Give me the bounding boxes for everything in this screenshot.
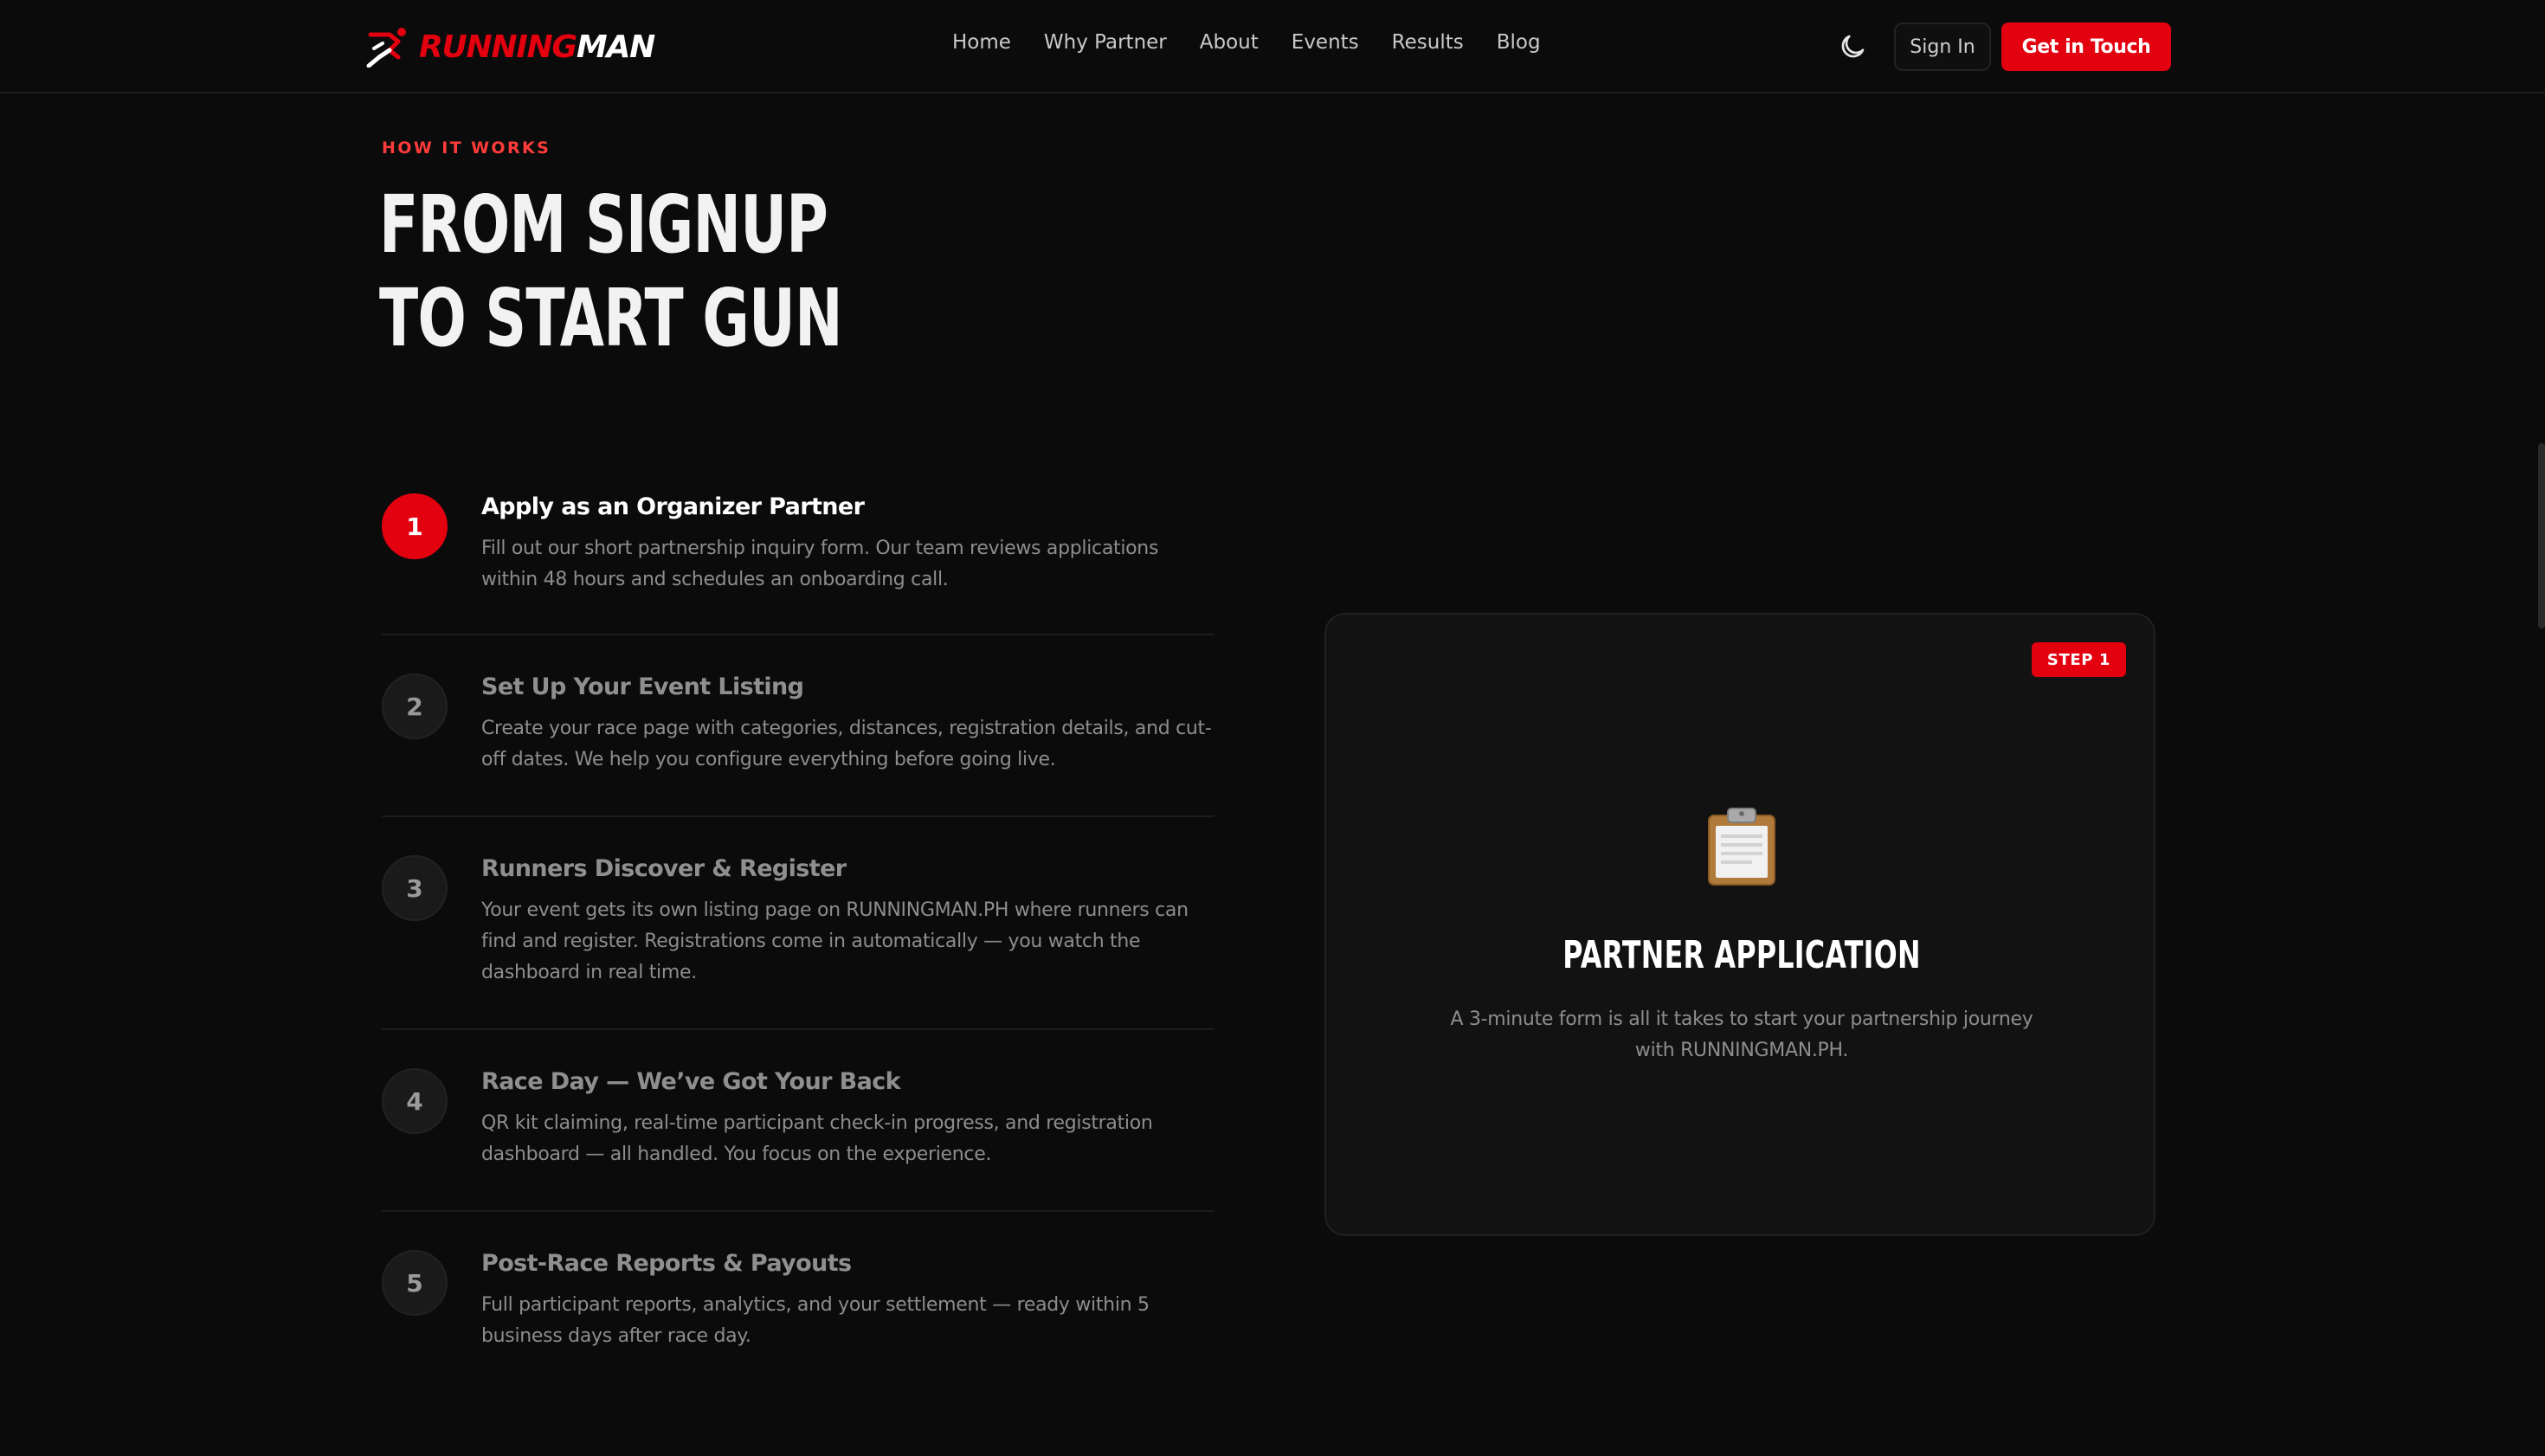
card-description: A 3-minute form is all it takes to start… bbox=[1450, 1008, 2033, 1061]
step-description: Fill out our short partnership inquiry f… bbox=[481, 538, 1159, 590]
step-item-4[interactable]: 4 Race Day — We’ve Got Your Back QR kit … bbox=[382, 1030, 1215, 1212]
moon-icon[interactable] bbox=[1837, 31, 1868, 62]
brand-part-running: RUNNING bbox=[419, 29, 577, 65]
nav-home[interactable]: Home bbox=[952, 31, 1011, 54]
steps-list: 1 Apply as an Organizer Partner Fill out… bbox=[382, 474, 1215, 1385]
step-description: Full participant reports, analytics, and… bbox=[481, 1294, 1150, 1347]
get-in-touch-button[interactable]: Get in Touch bbox=[2001, 23, 2171, 71]
step-description: QR kit claiming, real-time participant c… bbox=[481, 1112, 1153, 1165]
page-scrollbar[interactable] bbox=[2538, 443, 2545, 628]
step-title: Runners Discover & Register bbox=[481, 855, 847, 882]
brand-logo[interactable]: RUNNINGMAN bbox=[364, 24, 655, 69]
nav-blog[interactable]: Blog bbox=[1497, 31, 1541, 54]
section-eyebrow: HOW IT WORKS bbox=[382, 139, 551, 158]
step-number: 2 bbox=[382, 673, 448, 739]
nav-results[interactable]: Results bbox=[1392, 31, 1464, 54]
nav-events[interactable]: Events bbox=[1292, 31, 1359, 54]
step-title: Post-Race Reports & Payouts bbox=[481, 1250, 852, 1277]
step-number: 4 bbox=[382, 1068, 448, 1134]
section-headline: FROM SIGNUP TO START GUN bbox=[379, 178, 940, 365]
step-item-1[interactable]: 1 Apply as an Organizer Partner Fill out… bbox=[382, 474, 1215, 635]
main-menu: Home Why Partner About Events Results Bl… bbox=[952, 31, 1541, 54]
step-title: Set Up Your Event Listing bbox=[481, 673, 804, 700]
step-description: Your event gets its own listing page on … bbox=[481, 899, 1189, 983]
top-nav: RUNNINGMAN Home Why Partner About Events… bbox=[0, 0, 2545, 93]
headline-line-1: FROM SIGNUP bbox=[379, 178, 828, 271]
brand-part-man: MAN bbox=[576, 29, 655, 65]
step-description: Create your race page with categories, d… bbox=[481, 718, 1212, 770]
runner-logo-icon bbox=[366, 28, 406, 68]
brand-wordmark: RUNNINGMAN bbox=[419, 29, 655, 65]
step-title: Apply as an Organizer Partner bbox=[481, 493, 865, 520]
clipboard-icon bbox=[1708, 808, 1775, 886]
nav-about[interactable]: About bbox=[1200, 31, 1259, 54]
step-item-5[interactable]: 5 Post-Race Reports & Payouts Full parti… bbox=[382, 1212, 1215, 1385]
step-number: 5 bbox=[382, 1250, 448, 1316]
card-title: PARTNER APPLICATION bbox=[1562, 933, 1921, 977]
step-title: Race Day — We’ve Got Your Back bbox=[481, 1068, 901, 1095]
step-number: 1 bbox=[382, 493, 448, 559]
step-badge: STEP 1 bbox=[2031, 642, 2126, 677]
step-preview-card: STEP 1 PARTNER APPLICATION A 3-minute fo… bbox=[1324, 613, 2155, 1236]
step-item-3[interactable]: 3 Runners Discover & Register Your event… bbox=[382, 817, 1215, 1030]
headline-line-2: TO START GUN bbox=[379, 272, 843, 364]
sign-in-button[interactable]: Sign In bbox=[1894, 23, 1991, 71]
step-number: 3 bbox=[382, 855, 448, 921]
nav-why-partner[interactable]: Why Partner bbox=[1044, 31, 1167, 54]
step-item-2[interactable]: 2 Set Up Your Event Listing Create your … bbox=[382, 635, 1215, 817]
